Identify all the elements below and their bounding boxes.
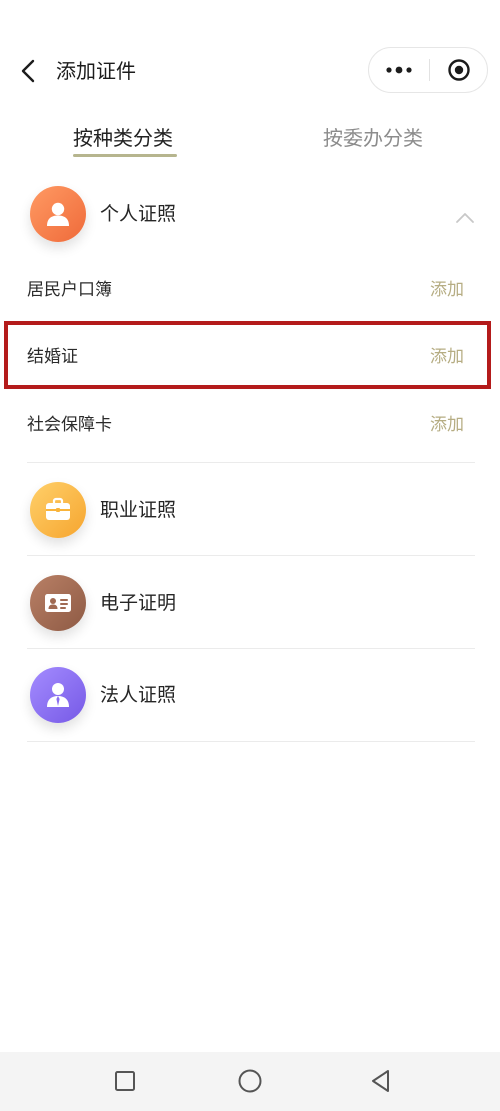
id-card-icon xyxy=(30,575,86,631)
divider xyxy=(27,462,475,463)
list-item: 居民户口簿 添加 xyxy=(0,266,500,316)
category-personal[interactable]: 个人证照 xyxy=(0,186,500,278)
page-title: 添加证件 xyxy=(56,59,136,83)
active-tab-indicator xyxy=(73,154,177,157)
divider xyxy=(27,648,475,649)
document-label: 结婚证 xyxy=(27,347,78,367)
system-navigation-bar xyxy=(0,1052,500,1111)
square-icon xyxy=(115,1071,135,1091)
target-circle-icon xyxy=(448,59,470,81)
category-professional[interactable]: 职业证照 xyxy=(0,482,500,574)
document-label: 社会保障卡 xyxy=(27,415,112,435)
tab-by-department[interactable]: 按委办分类 xyxy=(323,118,423,158)
add-button[interactable]: 添加 xyxy=(430,276,464,304)
close-program-button[interactable] xyxy=(430,48,488,92)
category-label: 个人证照 xyxy=(100,203,177,225)
category-legal-entity[interactable]: 法人证照 xyxy=(0,667,500,759)
category-label: 职业证照 xyxy=(100,499,177,521)
home-button[interactable] xyxy=(235,1066,265,1096)
triangle-back-icon xyxy=(372,1070,389,1092)
recent-apps-button[interactable] xyxy=(110,1066,140,1096)
category-tabs: 按种类分类 按委办分类 xyxy=(0,118,500,164)
back-arrow-icon xyxy=(21,59,35,83)
system-back-button[interactable] xyxy=(366,1066,396,1096)
circle-icon xyxy=(238,1069,262,1093)
corporate-person-icon xyxy=(30,667,86,723)
more-button[interactable] xyxy=(369,48,429,92)
divider xyxy=(27,741,475,742)
briefcase-icon xyxy=(30,482,86,538)
list-item: 社会保障卡 添加 xyxy=(0,401,500,451)
person-icon xyxy=(30,186,86,242)
document-label: 居民户口簿 xyxy=(27,280,112,300)
back-button[interactable] xyxy=(14,56,44,86)
category-label: 电子证明 xyxy=(100,592,177,614)
more-dots-icon xyxy=(386,66,412,74)
category-e-certificate[interactable]: 电子证明 xyxy=(0,575,500,667)
list-item-highlighted: 结婚证 添加 xyxy=(0,333,500,383)
add-button[interactable]: 添加 xyxy=(430,343,464,371)
category-label: 法人证照 xyxy=(100,684,177,706)
divider xyxy=(27,555,475,556)
mini-program-capsule xyxy=(368,47,488,93)
tab-by-type[interactable]: 按种类分类 xyxy=(73,118,173,158)
add-button[interactable]: 添加 xyxy=(430,411,464,439)
chevron-up-icon[interactable] xyxy=(455,210,475,224)
